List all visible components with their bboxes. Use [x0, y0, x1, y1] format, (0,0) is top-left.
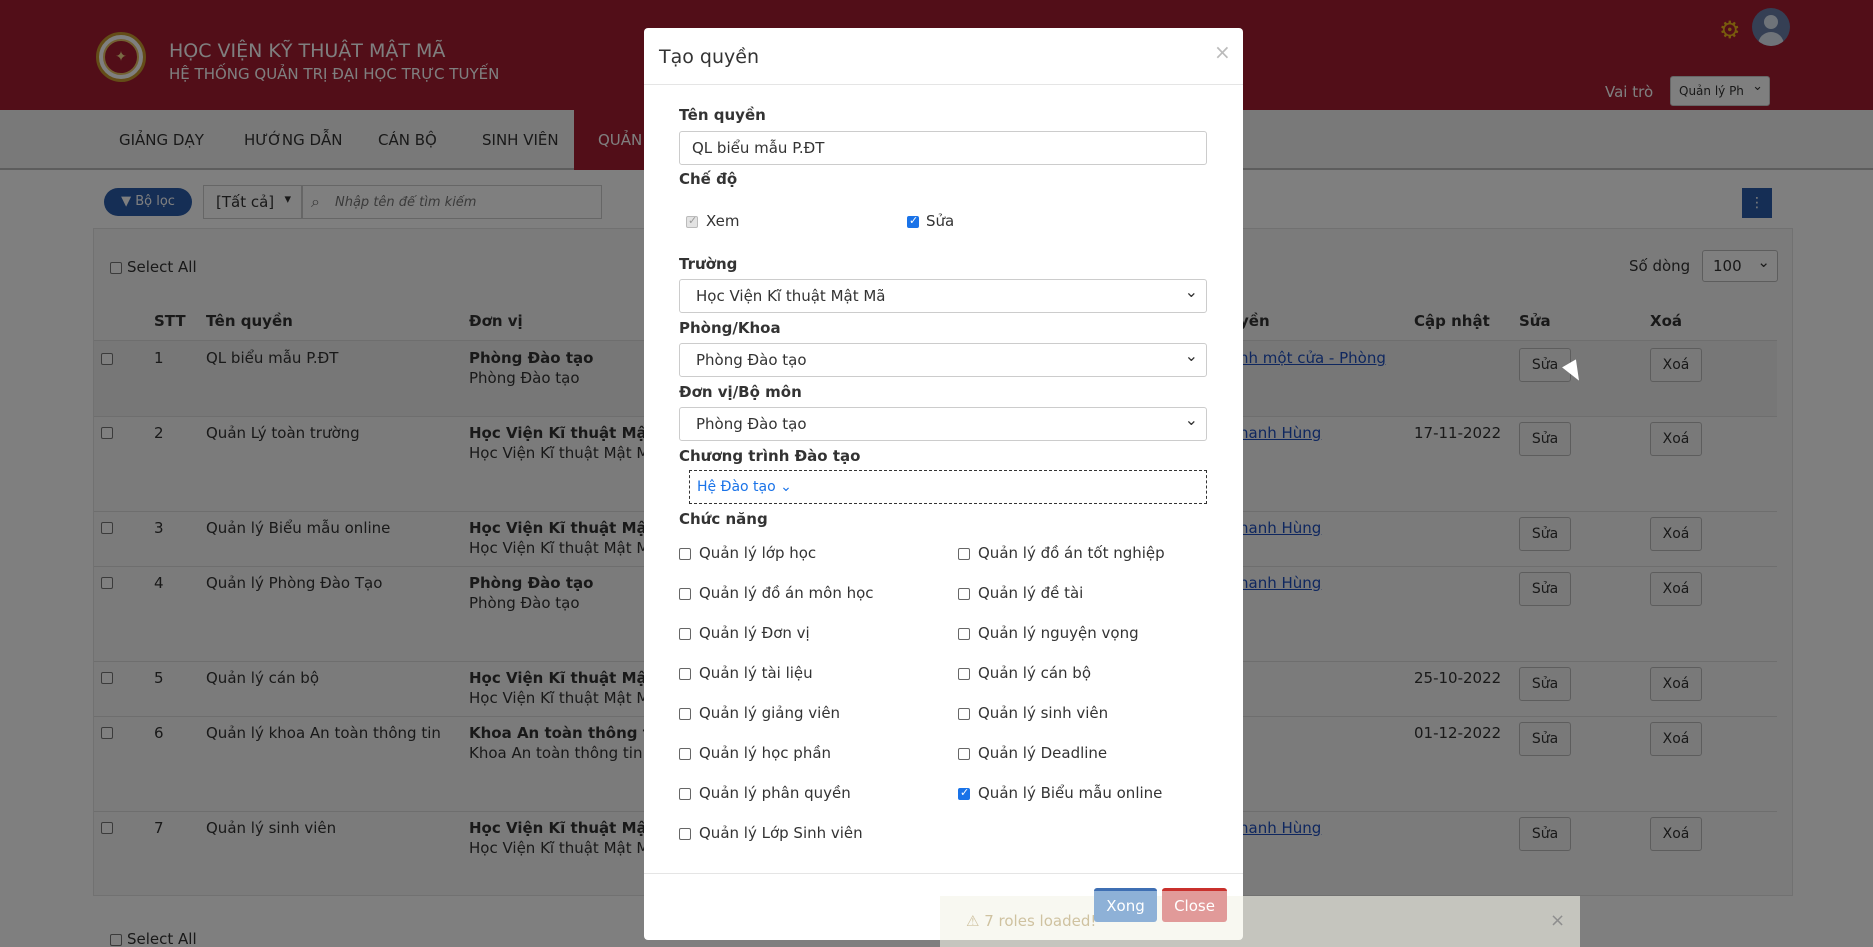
- mode-label: Chế độ: [679, 170, 738, 188]
- function-label: Quản lý nguyện vọng: [978, 624, 1139, 642]
- function-label: Quản lý Lớp Sinh viên: [699, 824, 863, 842]
- unit-label: Đơn vị/Bộ môn: [679, 383, 802, 401]
- function-checkbox[interactable]: [958, 786, 970, 800]
- function-label: Quản lý Deadline: [978, 744, 1108, 762]
- function-checkbox[interactable]: [958, 748, 970, 760]
- function-label: Quản lý tài liệu: [699, 664, 813, 682]
- mode-view-label: Xem: [706, 212, 740, 230]
- function-label: Quản lý đề tài: [978, 584, 1084, 602]
- role-name-input[interactable]: QL biểu mẫu P.ĐT: [679, 131, 1207, 165]
- school-select[interactable]: Học Viện Kĩ thuật Mật Mã: [679, 279, 1207, 313]
- modal-footer-divider: [644, 873, 1243, 874]
- mode-edit-label: Sửa: [926, 212, 955, 230]
- toast-message: ⚠ 7 roles loaded!: [966, 912, 1097, 930]
- function-checkbox[interactable]: [958, 628, 970, 640]
- function-label: Quản lý cán bộ: [978, 664, 1092, 682]
- function-checkbox[interactable]: [679, 668, 691, 680]
- create-role-modal: Tạo quyền × Tên quyền QL biểu mẫu P.ĐT C…: [644, 28, 1243, 940]
- functions-label: Chức năng: [679, 510, 768, 528]
- close-icon[interactable]: ×: [1214, 40, 1231, 64]
- function-label: Quản lý giảng viên: [699, 704, 841, 722]
- program-link[interactable]: Hệ Đào tạo ⌄: [697, 479, 792, 495]
- role-name-label: Tên quyền: [679, 106, 766, 124]
- function-checkbox[interactable]: [958, 708, 970, 720]
- function-checkbox[interactable]: [679, 708, 691, 720]
- function-checkbox[interactable]: [679, 548, 691, 560]
- done-button[interactable]: Xong: [1094, 888, 1157, 922]
- function-label: Quản lý đồ án tốt nghiệp: [978, 544, 1165, 562]
- toast-close-icon[interactable]: ×: [1550, 910, 1565, 931]
- warning-icon: ⚠: [966, 912, 980, 930]
- function-checkbox[interactable]: [679, 828, 691, 840]
- dept-label: Phòng/Khoa: [679, 319, 781, 337]
- close-button[interactable]: Close: [1162, 888, 1227, 922]
- function-label: Quản lý sinh viên: [978, 704, 1109, 722]
- program-dropdown[interactable]: Hệ Đào tạo ⌄: [689, 470, 1207, 504]
- mode-edit-checkbox[interactable]: [907, 214, 919, 228]
- modal-title: Tạo quyền: [659, 46, 759, 68]
- function-checkbox[interactable]: [958, 588, 970, 600]
- dept-select[interactable]: Phòng Đào tạo: [679, 343, 1207, 377]
- unit-select[interactable]: Phòng Đào tạo: [679, 407, 1207, 441]
- function-checkbox[interactable]: [679, 628, 691, 640]
- function-checkbox[interactable]: [958, 668, 970, 680]
- function-checkbox[interactable]: [679, 748, 691, 760]
- chevron-down-icon: ⌄: [780, 479, 792, 495]
- function-checkbox[interactable]: [679, 588, 691, 600]
- program-label: Chương trình Đào tạo: [679, 447, 861, 465]
- school-label: Trường: [679, 255, 738, 273]
- function-label: Quản lý học phần: [699, 744, 832, 762]
- function-label: Quản lý đồ án môn học: [699, 584, 874, 602]
- modal-divider: [644, 84, 1243, 85]
- function-label: Quản lý lớp học: [699, 544, 817, 562]
- function-label: Quản lý Đơn vị: [699, 624, 810, 642]
- function-checkbox[interactable]: [958, 548, 970, 560]
- toast-notification: ⚠ 7 roles loaded! ×: [940, 896, 1580, 947]
- mode-view-checkbox: [686, 214, 698, 228]
- function-checkbox[interactable]: [679, 788, 691, 800]
- function-label: Quản lý Biểu mẫu online: [978, 784, 1163, 802]
- function-label: Quản lý phân quyền: [699, 784, 851, 802]
